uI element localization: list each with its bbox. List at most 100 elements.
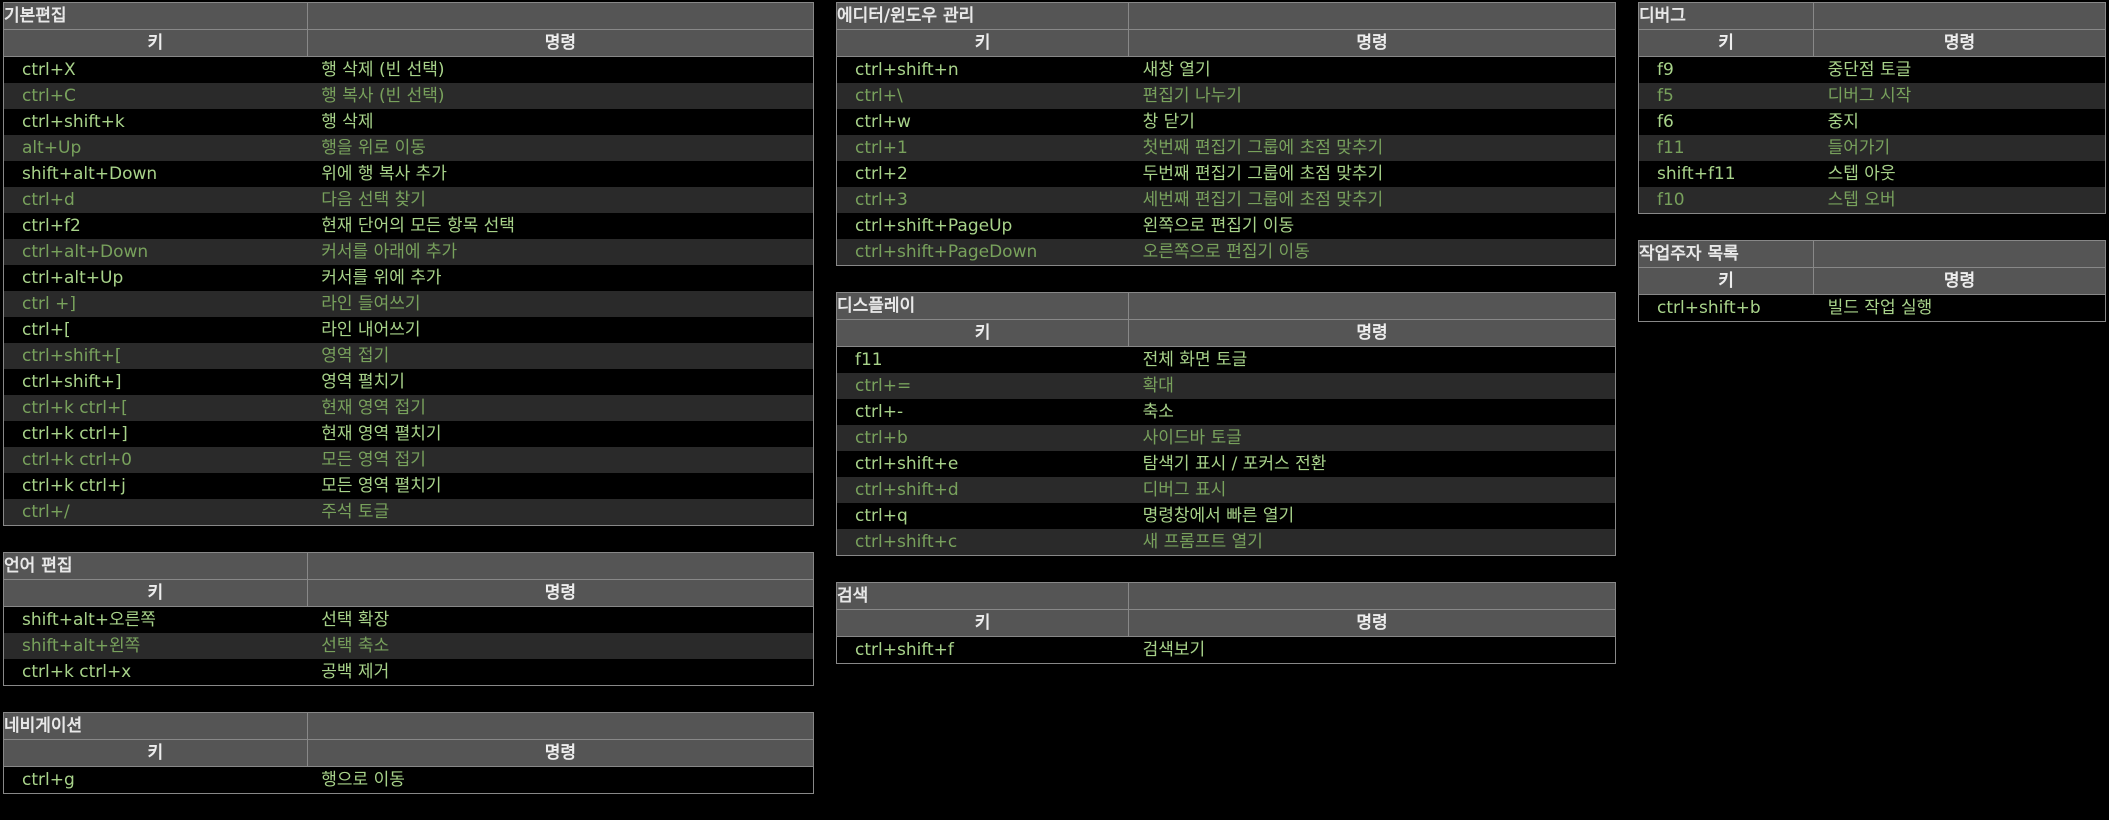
shortcut-command: 창 닫기 [1128, 109, 1616, 135]
shortcut-row: f6 중지 [1637, 109, 2106, 135]
shortcut-row: ctrl+shift+] 영역 펼치기 [3, 369, 815, 395]
section-title-row: 기본편집 [3, 2, 815, 30]
shortcut-key: ctrl+q [835, 503, 1129, 529]
shortcut-key: ctrl+d [3, 187, 308, 213]
column-header-row: 키 명령 [835, 609, 1616, 637]
shortcut-row: ctrl+alt+Up 커서를 위에 추가 [3, 265, 815, 291]
key-column-header: 키 [835, 319, 1130, 347]
section-title-row: 언어 편집 [3, 552, 815, 580]
shortcut-command: 새창 열기 [1128, 56, 1616, 83]
shortcut-table: 작업주자 목록 키 명령 ctrl+shift+b 빌드 작업 실행 [1637, 240, 2106, 322]
shortcut-row: ctrl+3 세번째 편집기 그룹에 초점 맞추기 [835, 187, 1616, 213]
column-right: 디버그 키 명령 f9 중단점 토글 f5 디버그 시작 f6 중지 f11 들어가기 shift+f… [1637, 2, 2106, 348]
shortcut-key: f10 [1637, 187, 1814, 214]
shortcut-table: 네비게이션 키 명령 ctrl+g 행으로 이동 [3, 712, 815, 794]
shortcut-row: ctrl+w 창 닫기 [835, 109, 1616, 135]
shortcut-key: ctrl+f2 [3, 213, 308, 239]
shortcut-row: ctrl+- 축소 [835, 399, 1616, 425]
shortcut-key: ctrl+shift+c [835, 529, 1129, 556]
shortcut-command: 현재 영역 접기 [307, 395, 815, 421]
shortcut-command: 라인 내어쓰기 [307, 317, 815, 343]
shortcut-row: ctrl+shift+PageDown 오른쪽으로 편집기 이동 [835, 239, 1616, 266]
shortcut-command: 위에 행 복사 추가 [307, 161, 815, 187]
section-title: 에디터/윈도우 관리 [835, 2, 1130, 30]
shortcut-row: f5 디버그 시작 [1637, 83, 2106, 109]
shortcut-command: 검색보기 [1128, 636, 1616, 664]
shortcut-section: 에디터/윈도우 관리 키 명령 ctrl+shift+n 새창 열기 ctrl+\ 편집기 … [835, 2, 1616, 266]
shortcut-command: 오른쪽으로 편집기 이동 [1128, 239, 1616, 266]
command-column-header: 명령 [1128, 319, 1616, 347]
shortcut-row: ctrl+f2 현재 단어의 모든 항목 선택 [3, 213, 815, 239]
shortcut-key: ctrl+shift+] [3, 369, 308, 395]
column-left: 기본편집 키 명령 ctrl+X 행 삭제 (빈 선택) ctrl+C 행 복사 (빈 선택… [3, 2, 815, 820]
shortcut-key: ctrl+k ctrl+0 [3, 447, 308, 473]
shortcut-section: 기본편집 키 명령 ctrl+X 행 삭제 (빈 선택) ctrl+C 행 복사 (빈 선택… [3, 2, 815, 526]
shortcut-command: 왼쪽으로 편집기 이동 [1128, 213, 1616, 239]
shortcut-command: 모든 영역 펼치기 [307, 473, 815, 499]
shortcut-row: ctrl+g 행으로 이동 [3, 766, 815, 794]
column-header-row: 키 명령 [3, 739, 815, 767]
command-column-header: 명령 [306, 579, 815, 607]
shortcut-row: ctrl+k ctrl+[현재 영역 접기 [3, 395, 815, 421]
shortcut-section: 언어 편집 키 명령 shift+alt+오른쪽 선택 확장 shift+alt+왼쪽 선택… [3, 552, 815, 686]
column-header-row: 키 명령 [835, 319, 1616, 347]
shortcut-key: ctrl+shift+f [835, 636, 1129, 664]
shortcut-key: ctrl+shift+[ [3, 343, 308, 369]
shortcut-row: ctrl+shift+[영역 접기 [3, 343, 815, 369]
shortcut-row: ctrl+shift+f 검색보기 [835, 636, 1616, 664]
column-header-row: 키 명령 [3, 29, 815, 57]
shortcut-command: 스텝 오버 [1813, 187, 2106, 214]
shortcut-key: ctrl+shift+b [1637, 294, 1814, 322]
shortcut-row: shift+alt+오른쪽 선택 확장 [3, 606, 815, 633]
shortcut-row: ctrl+alt+Down 커서를 아래에 추가 [3, 239, 815, 265]
shortcut-key: ctrl+w [835, 109, 1129, 135]
shortcut-key: ctrl+C [3, 83, 308, 109]
shortcut-row: alt+Up 행을 위로 이동 [3, 135, 815, 161]
command-column-header: 명령 [306, 739, 815, 767]
shortcut-table: 언어 편집 키 명령 shift+alt+오른쪽 선택 확장 shift+alt+왼쪽 선택… [3, 552, 815, 686]
shortcut-command: 명령창에서 빠른 열기 [1128, 503, 1616, 529]
shortcut-key: ctrl+1 [835, 135, 1129, 161]
shortcut-key: shift+alt+Down [3, 161, 308, 187]
shortcut-row: f10 스텝 오버 [1637, 187, 2106, 214]
shortcut-row: shift+alt+Down 위에 행 복사 추가 [3, 161, 815, 187]
shortcut-command: 영역 펼치기 [307, 369, 815, 395]
section-title-row: 디버그 [1637, 2, 2106, 30]
shortcut-command: 현재 단어의 모든 항목 선택 [307, 213, 815, 239]
column-header-row: 키 명령 [835, 29, 1616, 57]
column-header-row: 키 명령 [1637, 29, 2106, 57]
shortcut-row: ctrl +] 라인 들여쓰기 [3, 291, 815, 317]
section-title-blank-cell [1128, 582, 1616, 610]
shortcut-section: 작업주자 목록 키 명령 ctrl+shift+b 빌드 작업 실행 [1637, 240, 2106, 322]
shortcut-row: ctrl+= 확대 [835, 373, 1616, 399]
column-header-row: 키 명령 [1637, 267, 2106, 295]
shortcut-row: ctrl+2 두번째 편집기 그룹에 초점 맞추기 [835, 161, 1616, 187]
shortcut-command: 모든 영역 접기 [307, 447, 815, 473]
shortcut-key: ctrl+2 [835, 161, 1129, 187]
key-column-header: 키 [3, 579, 308, 607]
column-middle: 에디터/윈도우 관리 키 명령 ctrl+shift+n 새창 열기 ctrl+\ 편집기 … [835, 2, 1616, 690]
section-title: 디버그 [1637, 2, 1815, 30]
shortcut-command: 들어가기 [1813, 135, 2106, 161]
shortcut-row: shift+alt+왼쪽 선택 축소 [3, 633, 815, 659]
command-column-header: 명령 [1128, 29, 1616, 57]
section-title-blank-cell [1128, 2, 1616, 30]
shortcut-command: 행으로 이동 [307, 766, 815, 794]
shortcut-key: ctrl+alt+Down [3, 239, 308, 265]
shortcut-row: ctrl+shift+c 새 프롬프트 열기 [835, 529, 1616, 556]
shortcut-key: ctrl+3 [835, 187, 1129, 213]
shortcut-command: 새 프롬프트 열기 [1128, 529, 1616, 556]
shortcut-row: ctrl+k ctrl+x 공백 제거 [3, 659, 815, 686]
shortcut-command: 중지 [1813, 109, 2106, 135]
shortcut-table: 디버그 키 명령 f9 중단점 토글 f5 디버그 시작 f6 중지 f11 들어가기 shift+f… [1637, 2, 2106, 214]
shortcut-command: 디버그 표시 [1128, 477, 1616, 503]
shortcut-key: ctrl+k ctrl+[ [3, 395, 308, 421]
shortcut-section: 네비게이션 키 명령 ctrl+g 행으로 이동 [3, 712, 815, 794]
shortcut-key: alt+Up [3, 135, 308, 161]
shortcut-key: ctrl+/ [3, 499, 308, 526]
shortcut-command: 세번째 편집기 그룹에 초점 맞추기 [1128, 187, 1616, 213]
command-column-header: 명령 [306, 29, 815, 57]
shortcut-command: 선택 확장 [307, 606, 815, 633]
shortcut-command: 커서를 위에 추가 [307, 265, 815, 291]
shortcut-key: f9 [1637, 56, 1814, 83]
